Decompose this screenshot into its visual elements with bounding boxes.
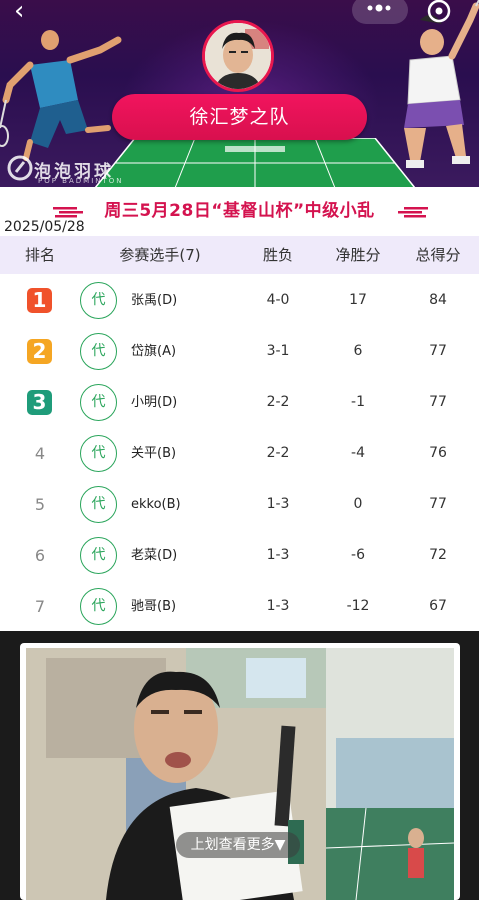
header-banner: ‹ 徐汇梦之队 泡泡羽球 POP BADMINTON: [0, 0, 479, 187]
player-name[interactable]: 老菜(D): [131, 530, 177, 581]
player-name[interactable]: 关平(B): [131, 428, 176, 479]
win-loss-record: 1-3: [266, 496, 290, 512]
net-points: 6: [353, 343, 363, 359]
substitute-tag-icon: 代: [80, 486, 117, 523]
table-row: 3 代小明(D) 2-2 -1 77: [0, 377, 479, 428]
table-row: 1 代张禹(D) 4-0 17 84: [0, 275, 479, 326]
table-header: 排名 参赛选手(7) 胜负 净胜分 总得分: [0, 236, 479, 274]
logo-text-en: POP BADMINTON: [38, 177, 124, 185]
win-loss-record: 1-3: [266, 547, 290, 563]
net-points: -4: [351, 445, 365, 461]
total-points: 72: [429, 547, 447, 563]
net-points: -6: [351, 547, 365, 563]
team-avatar: [202, 20, 274, 92]
total-points: 77: [429, 394, 447, 410]
table-row: 5 代 ekko(B) 1-3 0 77: [0, 479, 479, 530]
win-loss-record: 4-0: [266, 292, 290, 308]
win-loss-record: 3-1: [266, 343, 290, 359]
column-header-total-points: 总得分: [415, 246, 461, 264]
substitute-tag-icon: 代: [80, 435, 117, 472]
total-points: 67: [429, 598, 447, 614]
video-thumbnail[interactable]: [26, 648, 454, 900]
video-thumbnail-image: [26, 648, 454, 900]
win-loss-record: 2-2: [266, 445, 290, 461]
rank-number: 4: [34, 444, 46, 463]
net-points: -12: [346, 598, 370, 614]
table-row: 6 代老菜(D) 1-3 -6 72: [0, 530, 479, 581]
total-points: 76: [429, 445, 447, 461]
rank-number: 5: [34, 495, 46, 514]
substitute-tag-icon: 代: [80, 333, 117, 370]
rank-number: 6: [34, 546, 46, 565]
net-points: -1: [351, 394, 365, 410]
close-icon[interactable]: [426, 0, 452, 24]
table-row: 7 代驰哥(B) 1-3 -12 67: [0, 581, 479, 632]
net-points: 0: [353, 496, 363, 512]
rank-medal-icon: 1: [27, 288, 52, 313]
substitute-tag-icon: 代: [80, 588, 117, 625]
substitute-tag-icon: 代: [80, 282, 117, 319]
player-name[interactable]: 小明(D): [131, 377, 177, 428]
team-name-banner: 徐汇梦之队: [112, 94, 367, 140]
column-header-net-points: 净胜分: [335, 246, 381, 264]
net-points: 17: [349, 292, 367, 308]
table-row: 2 代岱旗(A) 3-1 6 77: [0, 326, 479, 377]
court-illustration: [95, 138, 415, 187]
player-name[interactable]: 岱旗(A): [131, 326, 176, 377]
total-points: 84: [429, 292, 447, 308]
swipe-up-hint[interactable]: 上划查看更多▼: [176, 832, 300, 858]
player-name[interactable]: ekko(B): [131, 479, 181, 530]
event-date: 2025/05/28: [4, 219, 85, 235]
avatar-photo: [205, 23, 271, 89]
player-name[interactable]: 张禹(D): [131, 275, 177, 326]
back-icon[interactable]: ‹: [14, 0, 40, 26]
rank-medal-icon: 3: [27, 390, 52, 415]
column-header-player: 参赛选手(7): [119, 246, 201, 264]
win-loss-record: 1-3: [266, 598, 290, 614]
rank-medal-icon: 2: [27, 339, 52, 364]
column-header-rank: 排名: [24, 246, 55, 264]
substitute-tag-icon: 代: [80, 384, 117, 421]
player-name[interactable]: 驰哥(B): [131, 581, 176, 632]
substitute-tag-icon: 代: [80, 537, 117, 574]
column-header-record: 胜负: [262, 246, 293, 264]
title-decoration-right-icon: [398, 207, 428, 218]
win-loss-record: 2-2: [266, 394, 290, 410]
total-points: 77: [429, 343, 447, 359]
rank-number: 7: [34, 597, 46, 616]
more-icon[interactable]: [364, 0, 394, 16]
table-row: 4 代关平(B) 2-2 -4 76: [0, 428, 479, 479]
total-points: 77: [429, 496, 447, 512]
event-title: 周三5月28日“基督山杯”中级小乱: [104, 201, 375, 221]
